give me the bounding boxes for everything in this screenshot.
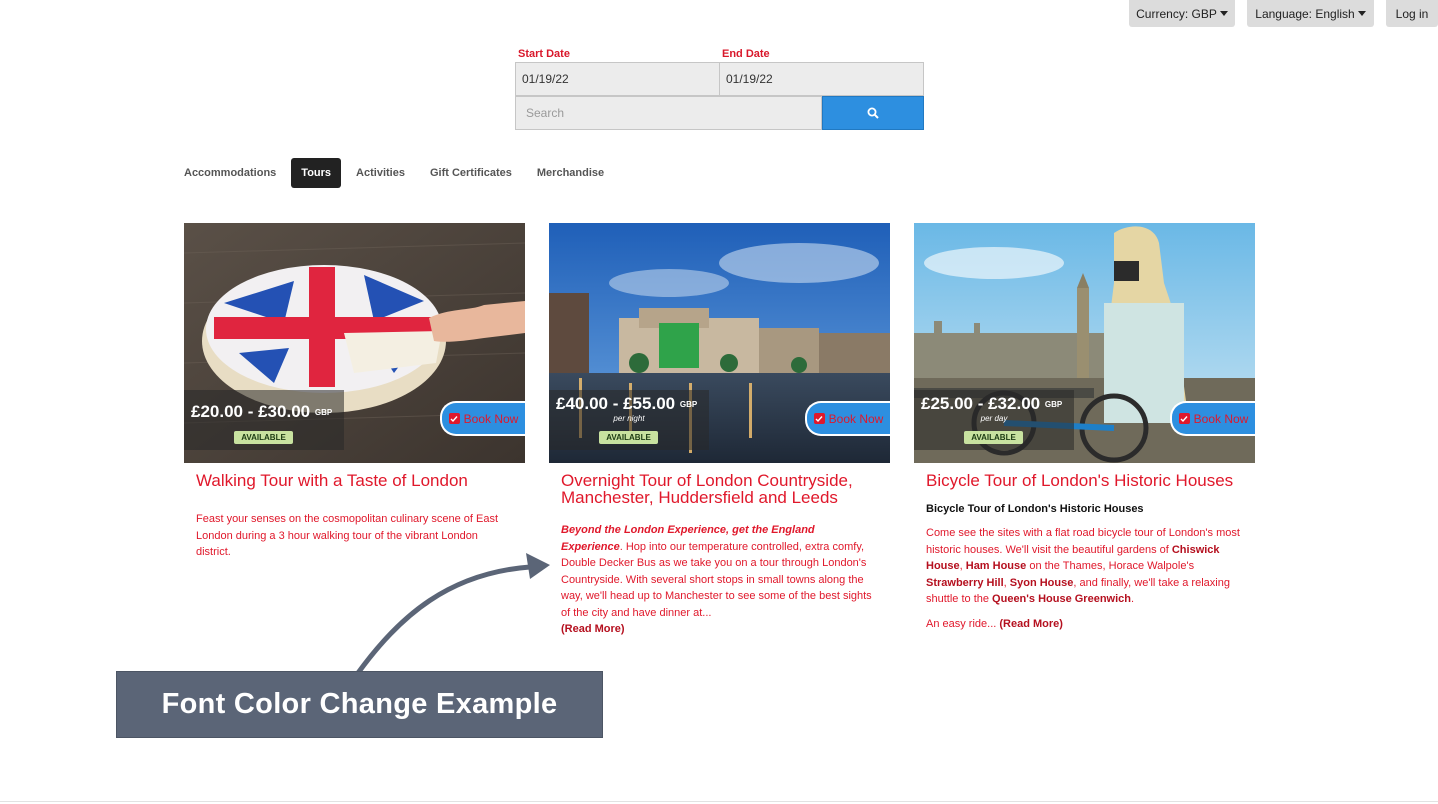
login-button[interactable]: Log in bbox=[1386, 0, 1438, 27]
end-date-input[interactable]: 01/19/22 bbox=[719, 62, 924, 96]
language-dropdown[interactable]: Language: English bbox=[1247, 0, 1374, 27]
currency-dropdown[interactable]: Currency: GBP bbox=[1129, 0, 1235, 27]
price-unit: per night bbox=[613, 414, 645, 423]
tour-subtitle: Bicycle Tour of London's Historic Houses bbox=[926, 503, 1144, 515]
price-box: £20.00 - £30.00 GBP AVAILABLE bbox=[184, 390, 344, 450]
read-more-link[interactable]: (Read More) bbox=[561, 623, 625, 635]
category-tabs: Accommodations Tours Activities Gift Cer… bbox=[174, 158, 619, 188]
book-now-label: Book Now bbox=[828, 411, 884, 426]
checkbox-icon bbox=[1178, 413, 1190, 424]
price-range: £40.00 - £55.00 GBP bbox=[556, 394, 698, 413]
search-button[interactable] bbox=[822, 96, 924, 130]
checkbox-icon bbox=[813, 413, 825, 424]
login-label: Log in bbox=[1395, 6, 1429, 21]
status-badge: AVAILABLE bbox=[599, 431, 658, 444]
tour-card: £25.00 - £32.00 GBP per day AVAILABLE Bo… bbox=[914, 223, 1255, 632]
price-box: £25.00 - £32.00 GBP per day AVAILABLE bbox=[914, 390, 1074, 450]
language-label: Language: English bbox=[1255, 6, 1355, 21]
tour-title[interactable]: Walking Tour with a Taste of London bbox=[196, 472, 513, 489]
footer-divider bbox=[0, 801, 1438, 802]
tab-tours[interactable]: Tours bbox=[291, 158, 342, 188]
status-badge: AVAILABLE bbox=[964, 431, 1023, 444]
tour-description-more: An easy ride... (Read More) bbox=[926, 617, 1063, 630]
tour-image-cake[interactable]: £20.00 - £30.00 GBP AVAILABLE Book Now bbox=[184, 223, 525, 463]
price-box: £40.00 - £55.00 GBP per night AVAILABLE bbox=[549, 390, 709, 450]
tour-title[interactable]: Overnight Tour of London Countryside, Ma… bbox=[561, 472, 878, 506]
price-range: £25.00 - £32.00 GBP bbox=[921, 394, 1063, 413]
tour-description: Beyond the London Experience, get the En… bbox=[561, 522, 878, 638]
book-now-button[interactable]: Book Now bbox=[1170, 401, 1255, 436]
tour-card: £40.00 - £55.00 GBP per night AVAILABLE … bbox=[549, 223, 890, 638]
annotation-arrow bbox=[355, 553, 550, 676]
start-date-input[interactable]: 01/19/22 bbox=[515, 62, 720, 96]
tab-merchandise[interactable]: Merchandise bbox=[527, 158, 614, 188]
caret-down-icon bbox=[1219, 11, 1228, 16]
status-badge: AVAILABLE bbox=[234, 431, 293, 444]
start-date-label: Start Date bbox=[518, 48, 570, 60]
tour-card: £20.00 - £30.00 GBP AVAILABLE Book Now W… bbox=[184, 223, 525, 561]
book-now-button[interactable]: Book Now bbox=[440, 401, 525, 436]
annotation-banner: Font Color Change Example bbox=[116, 671, 603, 738]
search-input[interactable]: Search bbox=[515, 96, 822, 130]
search-icon bbox=[867, 107, 879, 119]
tour-image-city[interactable]: £40.00 - £55.00 GBP per night AVAILABLE … bbox=[549, 223, 890, 463]
end-date-label: End Date bbox=[722, 48, 770, 60]
tab-accommodations[interactable]: Accommodations bbox=[174, 158, 286, 188]
caret-down-icon bbox=[1357, 11, 1366, 16]
checkbox-icon bbox=[448, 413, 460, 424]
book-now-label: Book Now bbox=[1193, 411, 1249, 426]
price-range: £20.00 - £30.00 GBP bbox=[191, 402, 333, 421]
tour-image-bicycle[interactable]: £25.00 - £32.00 GBP per day AVAILABLE Bo… bbox=[914, 223, 1255, 463]
book-now-button[interactable]: Book Now bbox=[805, 401, 890, 436]
tab-gift-certificates[interactable]: Gift Certificates bbox=[420, 158, 522, 188]
currency-label: Currency: GBP bbox=[1136, 6, 1217, 21]
read-more-link[interactable]: (Read More) bbox=[999, 618, 1063, 630]
tour-description: Come see the sites with a flat road bicy… bbox=[926, 527, 1240, 605]
annotation-text: Font Color Change Example bbox=[161, 688, 558, 720]
tour-title[interactable]: Bicycle Tour of London's Historic Houses bbox=[926, 472, 1243, 489]
price-unit: per day bbox=[980, 414, 1008, 423]
tab-activities[interactable]: Activities bbox=[346, 158, 415, 188]
book-now-label: Book Now bbox=[463, 411, 519, 426]
